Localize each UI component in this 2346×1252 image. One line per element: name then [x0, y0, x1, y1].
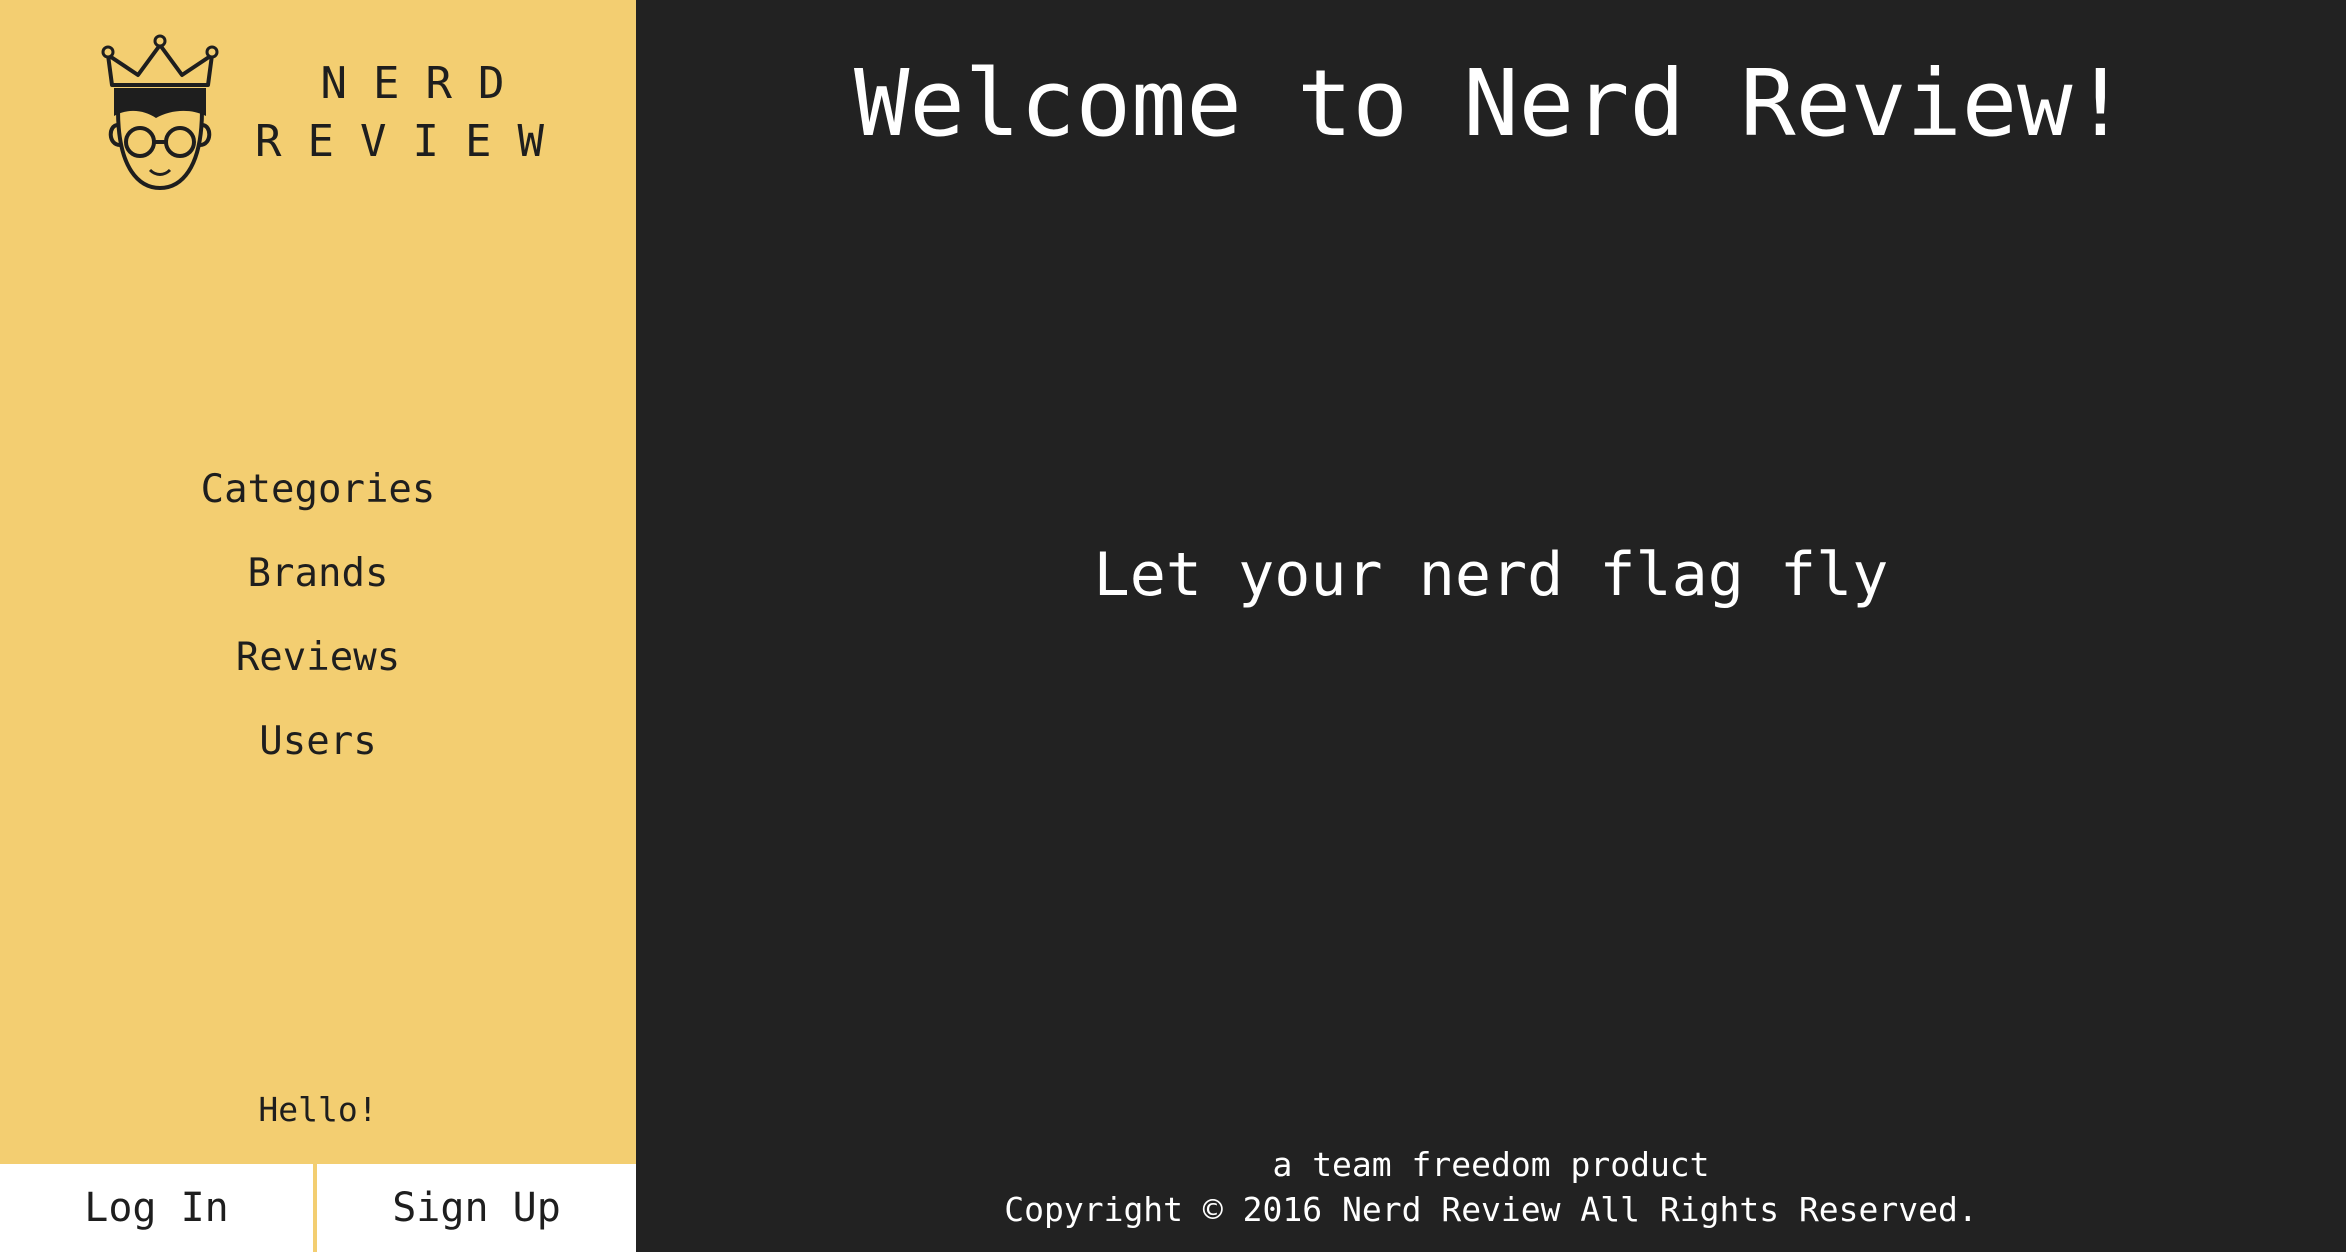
page: NERD REVIEW Categories Brands Reviews Us… — [0, 0, 2346, 1252]
login-button[interactable]: Log In — [0, 1164, 313, 1252]
page-title: Welcome to Nerd Review! — [854, 50, 2128, 157]
nav-item-categories[interactable]: Categories — [0, 448, 636, 532]
main-content: Welcome to Nerd Review! Let your nerd fl… — [636, 0, 2346, 1252]
greeting-text: Hello! — [258, 1090, 378, 1129]
auth-bar: Log In Sign Up — [0, 1164, 636, 1252]
brand-line-2: REVIEW — [255, 115, 570, 167]
signup-button[interactable]: Sign Up — [317, 1164, 636, 1252]
tagline: Let your nerd flag fly — [1093, 540, 1889, 610]
logo[interactable]: NERD REVIEW — [100, 30, 570, 195]
footer-credit: a team freedom product — [1272, 1145, 1710, 1184]
brand-wordmark: NERD REVIEW — [255, 55, 570, 171]
nav-item-brands[interactable]: Brands — [0, 532, 636, 616]
footer: a team freedom product Copyright © 2016 … — [636, 1142, 2346, 1232]
brand-line-1: NERD — [320, 57, 531, 109]
nav-item-users[interactable]: Users — [0, 700, 636, 784]
nav-item-reviews[interactable]: Reviews — [0, 616, 636, 700]
footer-copyright: Copyright © 2016 Nerd Review All Rights … — [1004, 1190, 1978, 1229]
sidebar: NERD REVIEW Categories Brands Reviews Us… — [0, 0, 636, 1252]
sidebar-nav: Categories Brands Reviews Users — [0, 448, 636, 784]
nerd-king-icon — [101, 34, 219, 191]
